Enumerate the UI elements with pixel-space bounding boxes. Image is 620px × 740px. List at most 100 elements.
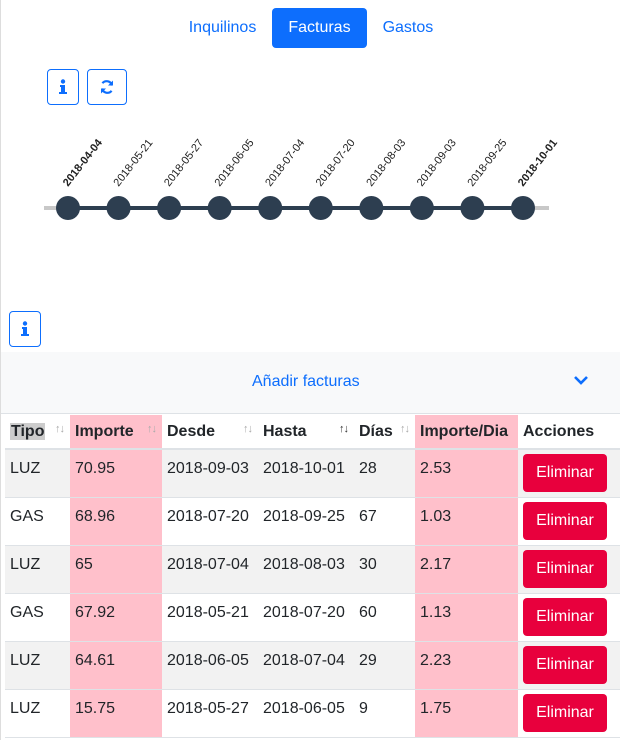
cell-tipo: LUZ: [5, 689, 70, 738]
cell-importe: 70.95: [70, 449, 162, 498]
cell-importe: 67.92: [70, 593, 162, 642]
table-row: LUZ 64.61 2018-06-05 2018-07-04 29 2.23 Elimin…: [5, 641, 620, 690]
info-button[interactable]: [47, 69, 79, 105]
refresh-icon: [100, 80, 114, 94]
sort-icon: ↑↓: [147, 423, 157, 435]
timeline-point[interactable]: [207, 196, 232, 220]
timeline-point[interactable]: [106, 196, 131, 220]
cell-tipo: LUZ: [5, 449, 70, 498]
timeline-point[interactable]: [359, 196, 384, 220]
timeline-point[interactable]: [308, 196, 333, 220]
cell-dias: 28: [354, 449, 415, 498]
cell-importe-dia: 2.23: [415, 641, 518, 690]
sort-icon: ↑↓: [55, 423, 65, 435]
cell-acciones: Eliminar: [518, 545, 620, 594]
cell-desde: 2018-05-21: [162, 593, 258, 642]
cell-dias: 67: [354, 497, 415, 546]
cell-importe: 64.61: [70, 641, 162, 690]
info-icon: [59, 79, 67, 94]
sort-icon: ↑↓: [339, 423, 349, 435]
nav-tabs: Inquilinos Facturas Gastos: [1, 8, 620, 48]
timeline-date-label: 2018-07-04: [263, 137, 307, 189]
timeline-date-label: 2018-05-27: [162, 137, 206, 189]
cell-hasta: 2018-06-05: [258, 689, 354, 738]
column-header-hasta[interactable]: Hasta ↑↓: [258, 415, 354, 450]
refresh-button[interactable]: [87, 69, 127, 105]
cell-hasta: 2018-08-03: [258, 545, 354, 594]
timeline-date-label: 2018-10-01: [516, 137, 560, 189]
table-header-row: Tipo ↑↓ Importe ↑↓ Desde ↑↓ Hasta ↑↓ Días ↑↓ …: [5, 415, 620, 450]
timeline-point[interactable]: [56, 196, 80, 220]
info-icon: [21, 321, 29, 336]
table-row: LUZ 15.75 2018-05-27 2018-06-05 9 1.75 Elimina…: [5, 689, 620, 738]
delete-button[interactable]: Eliminar: [523, 598, 607, 636]
column-header-importe-dia[interactable]: Importe/Dia: [415, 415, 518, 450]
info-button-2[interactable]: [9, 311, 41, 347]
table-row: GAS 68.96 2018-07-20 2018-09-25 67 1.03 Elimin…: [5, 497, 620, 546]
cell-desde: 2018-05-27: [162, 689, 258, 738]
timeline-date-label: 2018-07-20: [314, 137, 358, 189]
cell-desde: 2018-06-05: [162, 641, 258, 690]
cell-dias: 9: [354, 689, 415, 738]
column-header-desde[interactable]: Desde ↑↓: [162, 415, 258, 450]
timeline-date-label: 2018-06-05: [213, 137, 257, 189]
column-header-tipo[interactable]: Tipo ↑↓: [5, 415, 70, 450]
timeline-point[interactable]: [511, 196, 535, 220]
cell-acciones: Eliminar: [518, 641, 620, 690]
cell-hasta: 2018-07-04: [258, 641, 354, 690]
cell-hasta: 2018-07-20: [258, 593, 354, 642]
cell-importe: 65: [70, 545, 162, 594]
sort-icon: ↑↓: [243, 423, 253, 435]
timeline: 2018-04-04 2018-05-21 2018-05-27 2018-06-05…: [44, 136, 560, 220]
column-header-dias[interactable]: Días ↑↓: [354, 415, 415, 450]
table-row: LUZ 70.95 2018-09-03 2018-10-01 28 2.53 Elimin…: [5, 449, 620, 498]
cell-tipo: GAS: [5, 497, 70, 546]
table-row: GAS 67.92 2018-05-21 2018-07-20 60 1.13 Elimin…: [5, 593, 620, 642]
delete-button[interactable]: Eliminar: [523, 694, 607, 732]
cell-desde: 2018-09-03: [162, 449, 258, 498]
cell-dias: 29: [354, 641, 415, 690]
cell-importe: 15.75: [70, 689, 162, 738]
timeline-date-label: 2018-08-03: [364, 137, 408, 189]
timeline-date-label: 2018-04-04: [61, 136, 106, 188]
cell-dias: 60: [354, 593, 415, 642]
cell-hasta: 2018-10-01: [258, 449, 354, 498]
cell-acciones: Eliminar: [518, 449, 620, 498]
timeline-point[interactable]: [409, 196, 434, 220]
sort-icon: ↑↓: [400, 423, 410, 435]
chevron-down-icon[interactable]: [573, 374, 589, 386]
timeline-point[interactable]: [157, 196, 182, 220]
cell-acciones: Eliminar: [518, 593, 620, 642]
timeline-date-label: 2018-09-03: [415, 137, 459, 189]
cell-acciones: Eliminar: [518, 689, 620, 738]
cell-importe-dia: 1.03: [415, 497, 518, 546]
table-row: LUZ 65 2018-07-04 2018-08-03 30 2.17 Eliminar: [5, 545, 620, 594]
cell-desde: 2018-07-20: [162, 497, 258, 546]
cell-hasta: 2018-09-25: [258, 497, 354, 546]
timeline-point[interactable]: [460, 196, 485, 220]
tab-inquilinos[interactable]: Inquilinos: [173, 8, 273, 48]
cell-importe: 68.96: [70, 497, 162, 546]
delete-button[interactable]: Eliminar: [523, 646, 607, 684]
add-invoices-toggle[interactable]: Añadir facturas: [252, 373, 360, 391]
add-invoices-panel[interactable]: Añadir facturas: [1, 352, 620, 414]
delete-button[interactable]: Eliminar: [523, 550, 607, 588]
tab-facturas[interactable]: Facturas: [272, 8, 367, 48]
delete-button[interactable]: Eliminar: [523, 454, 607, 492]
column-header-importe[interactable]: Importe ↑↓: [70, 415, 162, 450]
cell-importe-dia: 2.17: [415, 545, 518, 594]
cell-tipo: LUZ: [5, 641, 70, 690]
cell-importe-dia: 1.13: [415, 593, 518, 642]
cell-dias: 30: [354, 545, 415, 594]
cell-importe-dia: 2.53: [415, 449, 518, 498]
cell-importe-dia: 1.75: [415, 689, 518, 738]
invoices-table: Tipo ↑↓ Importe ↑↓ Desde ↑↓ Hasta ↑↓ Días ↑↓ …: [5, 415, 620, 738]
timeline-date-label: 2018-05-21: [111, 137, 155, 189]
timeline-point[interactable]: [258, 196, 283, 220]
delete-button[interactable]: Eliminar: [523, 502, 607, 540]
cell-acciones: Eliminar: [518, 497, 620, 546]
timeline-date-label: 2018-09-25: [465, 137, 509, 189]
cell-tipo: LUZ: [5, 545, 70, 594]
cell-tipo: GAS: [5, 593, 70, 642]
tab-gastos[interactable]: Gastos: [367, 8, 450, 48]
